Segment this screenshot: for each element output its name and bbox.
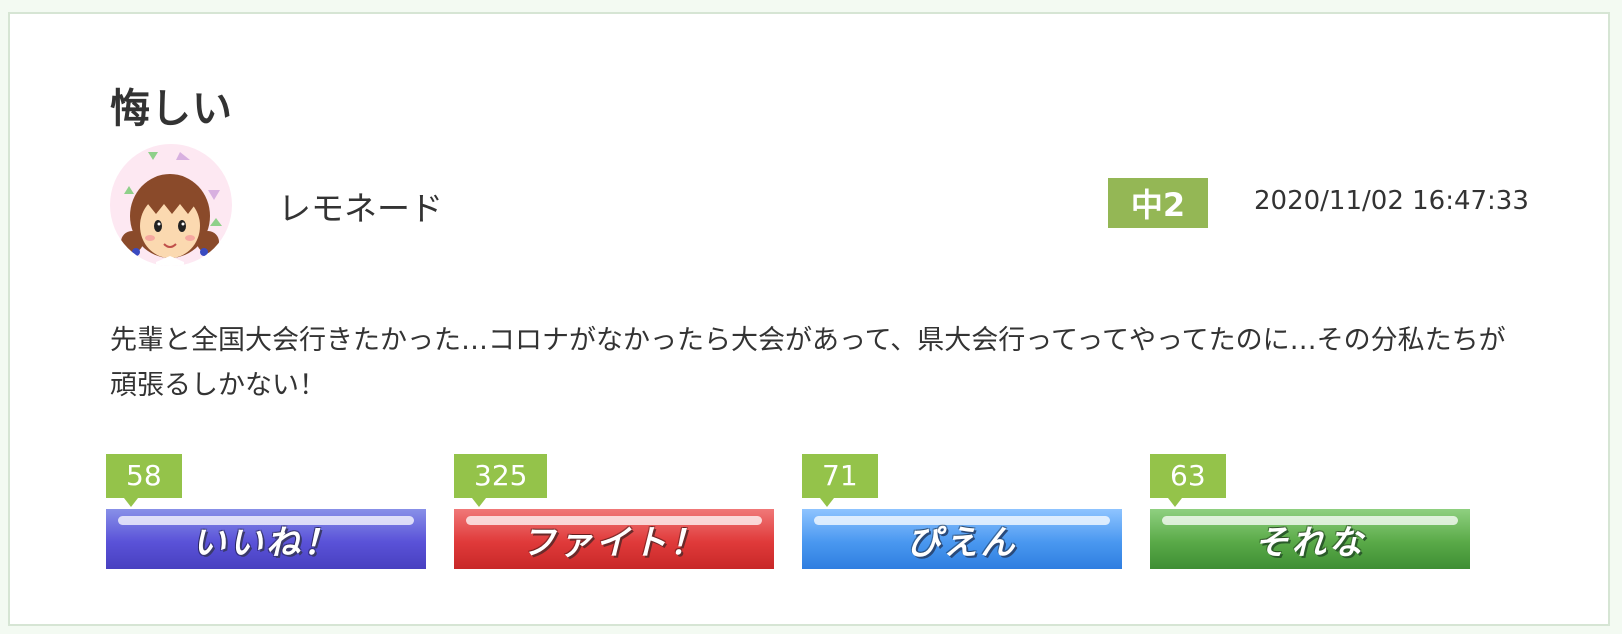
reaction-sorena: 63 それな: [1150, 454, 1470, 570]
grade-badge: 中2: [1108, 178, 1208, 228]
sorena-button-label: それな: [1254, 522, 1366, 563]
post-card: 悔しい レモネード 中2 2020/11/02 16:47:33 先輩と全国大会…: [8, 12, 1610, 626]
fight-button[interactable]: ファイト！: [454, 509, 774, 569]
sorena-button[interactable]: それな: [1150, 509, 1470, 569]
pien-button[interactable]: ぴえん: [802, 509, 1122, 569]
sorena-count: 63: [1150, 454, 1226, 507]
like-count: 58: [106, 454, 182, 507]
pien-button-label: ぴえん: [906, 522, 1018, 563]
pien-count: 71: [802, 454, 878, 507]
post-title: 悔しい: [110, 86, 233, 132]
reaction-pien: 71 ぴえん: [802, 454, 1122, 570]
post-timestamp: 2020/11/02 16:47:33: [1254, 186, 1529, 216]
post-body: 先輩と全国大会行きたかった…コロナがなかったら大会があって、県大会行ってってやっ…: [110, 325, 1506, 401]
username[interactable]: レモネード: [278, 182, 443, 230]
like-button-label: いいね！: [192, 522, 340, 563]
fight-count: 325: [454, 454, 548, 507]
girl-avatar-icon: [110, 144, 232, 266]
reaction-fight: 325 ファイト！: [454, 454, 774, 570]
reaction-like: 58 いいね！: [106, 454, 426, 570]
like-button[interactable]: いいね！: [106, 509, 426, 569]
fight-button-label: ファイト！: [521, 522, 707, 563]
